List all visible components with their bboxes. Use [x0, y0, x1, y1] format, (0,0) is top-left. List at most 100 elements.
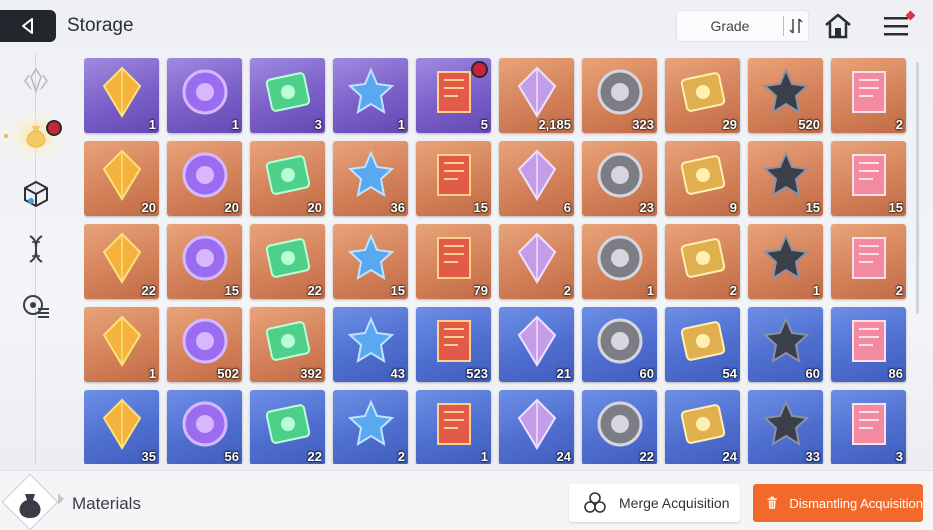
merge-acquisition-button[interactable]: Merge Acquisition — [569, 484, 740, 522]
item-count: 15 — [390, 283, 405, 298]
item-slot-blue-ticket[interactable]: 523 — [416, 307, 491, 382]
item-slot-bolt-book-blue[interactable]: 22 — [250, 390, 325, 464]
item-slot-pyramid-relic[interactable]: 5 — [416, 58, 491, 133]
item-slot-blue-eye-creature[interactable]: 2,185 — [499, 58, 574, 133]
item-slot-blue-crystal[interactable]: 36 — [333, 141, 408, 216]
item-slot-moon-feather[interactable]: 2 — [831, 58, 906, 133]
item-slot-green-sprout[interactable]: 79 — [416, 224, 491, 299]
item-count: 6 — [563, 200, 571, 215]
item-slot-old-book[interactable]: 2 — [831, 224, 906, 299]
item-slot-ice-gem[interactable]: 33 — [748, 390, 823, 464]
item-slot-strawberry-cake[interactable]: 3 — [831, 390, 906, 464]
item-slot-bolt-book[interactable]: 23 — [582, 141, 657, 216]
item-count: 56 — [224, 449, 239, 464]
item-slot-atom-medal[interactable]: 15 — [333, 224, 408, 299]
home-button[interactable] — [822, 10, 854, 42]
item-count: 20 — [224, 200, 239, 215]
item-grid: 1 1 3 1 5 2,185 323 29 520 2 20 20 20 36 15 6 23 9 15 15 22 1… — [84, 58, 914, 464]
item-slot-dark-chip[interactable]: 323 — [582, 58, 657, 133]
item-slot-gold-id-card[interactable]: 29 — [665, 58, 740, 133]
item-count: 1 — [812, 283, 820, 298]
merge-acquisition-label: Merge Acquisition — [619, 495, 730, 511]
item-slot-cross-book-blue[interactable]: 56 — [167, 390, 242, 464]
item-slot-atom-book-blue[interactable]: 2 — [333, 390, 408, 464]
item-slot-music-scroll[interactable]: 502 — [167, 307, 242, 382]
item-slot-green-shard[interactable]: 60 — [748, 307, 823, 382]
active-indicator — [4, 134, 8, 138]
item-slot-orange-crystal[interactable]: 20 — [84, 141, 159, 216]
gear-list-icon — [23, 295, 49, 318]
item-slot-atom-book[interactable]: 9 — [665, 141, 740, 216]
item-count: 86 — [888, 366, 903, 381]
item-slot-purple-crystal[interactable]: 20 — [167, 141, 242, 216]
item-slot-compass-medal[interactable]: 22 — [250, 224, 325, 299]
item-slot-tarot-cards[interactable]: 1 — [84, 58, 159, 133]
item-slot-dreamcatcher[interactable]: 1 — [748, 224, 823, 299]
item-slot-red-shard[interactable]: 21 — [499, 307, 574, 382]
item-slot-compass-medal-silver[interactable]: 24 — [665, 390, 740, 464]
item-slot-black-flower[interactable]: 392 — [250, 307, 325, 382]
item-slot-cross-medal[interactable]: 15 — [167, 224, 242, 299]
item-slot-red-stone-head[interactable]: 1 — [333, 58, 408, 133]
item-count: 2 — [397, 449, 405, 464]
item-count: 43 — [390, 366, 405, 381]
back-arrow-icon — [22, 18, 33, 34]
item-slot-blue-id-card[interactable]: 43 — [333, 307, 408, 382]
item-slot-orange-shard[interactable]: 60 — [582, 307, 657, 382]
item-slot-shield-medal[interactable]: 15 — [831, 141, 906, 216]
item-count: 33 — [805, 449, 820, 464]
item-slot-eye-medal[interactable]: 22 — [84, 224, 159, 299]
item-slot-shield-medal-silver[interactable]: 1 — [416, 390, 491, 464]
sidebar-item-materials[interactable] — [4, 110, 66, 162]
trash-icon — [767, 496, 777, 509]
menu-button[interactable] — [878, 10, 916, 42]
cube-icon — [24, 180, 48, 208]
item-count: 1 — [148, 117, 156, 132]
item-count: 2 — [895, 117, 903, 132]
sidebar-item-cube[interactable] — [16, 174, 56, 214]
item-slot-spray-bottle[interactable]: 2 — [665, 224, 740, 299]
item-count: 3 — [314, 117, 322, 132]
sidebar-item-crystal[interactable] — [16, 60, 56, 100]
item-slot-dark-gem-cube[interactable]: 2 — [499, 224, 574, 299]
item-count: 20 — [141, 200, 156, 215]
item-count: 523 — [466, 366, 488, 381]
item-slot-eye-book[interactable]: 15 — [416, 141, 491, 216]
item-count: 2 — [895, 283, 903, 298]
item-slot-green-crystal[interactable]: 20 — [250, 141, 325, 216]
item-slot-pink-pick[interactable]: 1 — [84, 307, 159, 382]
item-count: 21 — [556, 366, 571, 381]
item-slot-stone-idol-head[interactable]: 3 — [250, 58, 325, 133]
item-count: 15 — [888, 200, 903, 215]
item-count: 1 — [646, 283, 654, 298]
item-slot-sneakers[interactable]: 1 — [582, 224, 657, 299]
item-slot-dark-orb[interactable]: 1 — [167, 58, 242, 133]
sort-label: Grade — [710, 18, 750, 34]
item-count: 24 — [556, 449, 571, 464]
dismantling-acquisition-label: Dismantling Acquisition — [789, 495, 923, 511]
item-count: 22 — [307, 283, 322, 298]
sidebar-item-gear-list[interactable] — [16, 286, 56, 326]
sort-order-icon[interactable] — [784, 18, 808, 34]
sort-dropdown[interactable]: Grade — [676, 10, 809, 42]
item-count: 23 — [639, 200, 654, 215]
item-count: 2 — [729, 283, 737, 298]
bottom-bar: Materials Merge Acquisition Dismantling … — [0, 470, 933, 530]
item-grid-inner: 1 1 3 1 5 2,185 323 29 520 2 20 20 20 36 15 6 23 9 15 15 22 1… — [84, 58, 914, 464]
sidebar-item-dna[interactable] — [16, 229, 56, 269]
sidebar — [0, 54, 70, 464]
item-slot-sword-medal[interactable]: 15 — [748, 141, 823, 216]
back-button[interactable] — [0, 10, 56, 42]
item-slot-gold-ticket[interactable]: 520 — [748, 58, 823, 133]
item-count: 5 — [480, 117, 488, 132]
item-slot-eye-medal-silver[interactable]: 24 — [499, 390, 574, 464]
item-slot-shield-book-blue[interactable]: 35 — [84, 390, 159, 464]
scrollbar[interactable] — [916, 62, 919, 314]
item-slot-blue-shard[interactable]: 86 — [831, 307, 906, 382]
item-slot-cross-book[interactable]: 6 — [499, 141, 574, 216]
item-slot-purple-shard[interactable]: 54 — [665, 307, 740, 382]
item-count: 1 — [397, 117, 405, 132]
dismantling-acquisition-button[interactable]: Dismantling Acquisition — [753, 484, 923, 522]
item-count: 9 — [729, 200, 737, 215]
item-slot-cross-medal-silver[interactable]: 22 — [582, 390, 657, 464]
